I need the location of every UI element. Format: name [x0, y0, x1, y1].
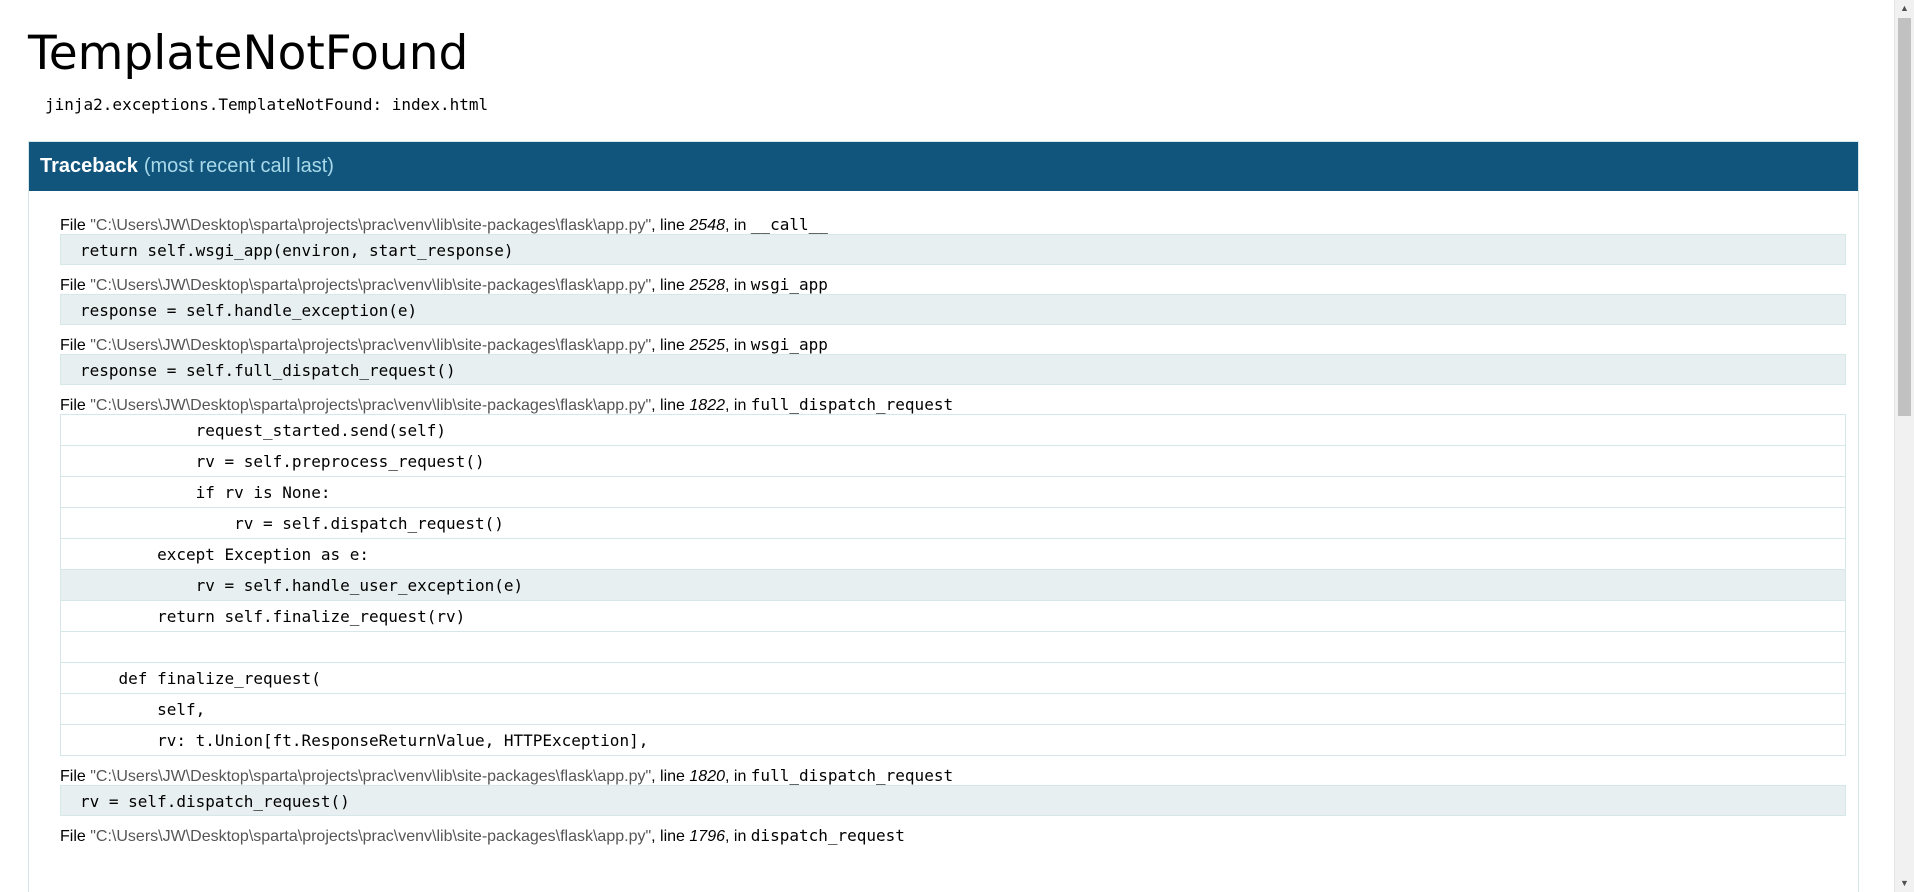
source-line: self, [61, 694, 1845, 725]
frame-line-label: , line [651, 768, 690, 785]
frame-lineno: 1796 [689, 828, 725, 845]
frame-function: __call__ [750, 215, 828, 234]
frame-filename: "C:\Users\JW\Desktop\sparta\projects\pra… [90, 828, 652, 845]
frame-function: dispatch_request [750, 826, 905, 845]
frame-line-label: , line [651, 337, 690, 354]
frame-file-label: File [60, 768, 91, 785]
source-line: return self.finalize_request(rv) [61, 601, 1845, 632]
frame-line-label: , line [651, 217, 690, 234]
scroll-up-arrow-icon[interactable]: ▲ [1895, 0, 1914, 17]
source-line: rv = self.dispatch_request() [61, 508, 1845, 539]
frame-filename: "C:\Users\JW\Desktop\sparta\projects\pra… [90, 217, 652, 234]
frame-in-label: , in [725, 828, 751, 845]
traceback-subtitle: (most recent call last) [143, 155, 334, 177]
frame-filename: "C:\Users\JW\Desktop\sparta\projects\pra… [90, 277, 652, 294]
frame-lineno: 2548 [689, 217, 725, 234]
frame-header: File "C:\Users\JW\Desktop\sparta\project… [60, 335, 1846, 354]
frame-lineno: 1820 [689, 768, 725, 785]
traceback-frame[interactable]: File "C:\Users\JW\Desktop\sparta\project… [60, 215, 1846, 265]
traceback-frame[interactable]: File "C:\Users\JW\Desktop\sparta\project… [60, 275, 1846, 325]
frame-file-label: File [60, 217, 91, 234]
frame-source-block: request_started.send(self) rv = self.pre… [60, 414, 1846, 756]
traceback-header: Traceback (most recent call last) [29, 142, 1858, 191]
source-line: except Exception as e: [61, 539, 1845, 570]
frame-file-label: File [60, 337, 91, 354]
source-line: if rv is None: [61, 477, 1845, 508]
frame-file-label: File [60, 397, 91, 414]
traceback-frames: File "C:\Users\JW\Desktop\sparta\project… [29, 191, 1858, 845]
frame-function: wsgi_app [750, 335, 828, 354]
traceback-panel: Traceback (most recent call last) File "C… [28, 141, 1859, 892]
source-line [61, 632, 1845, 663]
frame-filename: "C:\Users\JW\Desktop\sparta\projects\pra… [90, 768, 652, 785]
frame-in-label: , in [725, 397, 751, 414]
frame-function: full_dispatch_request [750, 395, 954, 414]
source-line: rv: t.Union[ft.ResponseReturnValue, HTTP… [61, 725, 1845, 756]
traceback-frame[interactable]: File "C:\Users\JW\Desktop\sparta\project… [60, 335, 1846, 385]
frame-function: wsgi_app [750, 275, 828, 294]
traceback-frame[interactable]: File "C:\Users\JW\Desktop\sparta\project… [60, 766, 1846, 816]
frame-line-label: , line [651, 828, 690, 845]
vertical-scrollbar[interactable]: ▲ ▼ [1894, 0, 1914, 892]
frame-lineno: 1822 [689, 397, 725, 414]
source-line-current[interactable]: rv = self.handle_user_exception(e) [61, 570, 1845, 601]
error-title: TemplateNotFound [28, 26, 469, 81]
traceback-frame-expanded[interactable]: File "C:\Users\JW\Desktop\sparta\project… [60, 395, 1846, 756]
source-line: def finalize_request( [61, 663, 1845, 694]
frame-header: File "C:\Users\JW\Desktop\sparta\project… [60, 766, 1846, 785]
frame-line-label: , line [651, 397, 690, 414]
frame-in-label: , in [725, 277, 751, 294]
scroll-down-arrow-icon[interactable]: ▼ [1895, 875, 1914, 892]
debugger-page: TemplateNotFound jinja2.exceptions.Templ… [0, 0, 1894, 892]
frame-code-line[interactable]: rv = self.dispatch_request() [60, 785, 1846, 816]
frame-code-line[interactable]: response = self.handle_exception(e) [60, 294, 1846, 325]
frame-lineno: 2528 [689, 277, 725, 294]
frame-in-label: , in [725, 337, 751, 354]
frame-filename: "C:\Users\JW\Desktop\sparta\projects\pra… [90, 397, 652, 414]
frame-function: full_dispatch_request [750, 766, 954, 785]
frame-file-label: File [60, 277, 91, 294]
frame-header: File "C:\Users\JW\Desktop\sparta\project… [60, 215, 1846, 234]
frame-header: File "C:\Users\JW\Desktop\sparta\project… [60, 826, 1846, 845]
frame-code-line[interactable]: return self.wsgi_app(environ, start_resp… [60, 234, 1846, 265]
source-line: rv = self.preprocess_request() [61, 446, 1845, 477]
traceback-frame[interactable]: File "C:\Users\JW\Desktop\sparta\project… [60, 826, 1846, 845]
traceback-title: Traceback [40, 155, 138, 177]
frame-header: File "C:\Users\JW\Desktop\sparta\project… [60, 275, 1846, 294]
frame-filename: "C:\Users\JW\Desktop\sparta\projects\pra… [90, 337, 652, 354]
frame-file-label: File [60, 828, 91, 845]
scrollbar-thumb[interactable] [1898, 18, 1911, 416]
frame-lineno: 2525 [689, 337, 725, 354]
frame-header: File "C:\Users\JW\Desktop\sparta\project… [60, 395, 1846, 414]
frame-in-label: , in [725, 768, 751, 785]
source-line: request_started.send(self) [61, 415, 1845, 446]
frame-line-label: , line [651, 277, 690, 294]
error-message: jinja2.exceptions.TemplateNotFound: inde… [45, 95, 489, 114]
frame-code-line[interactable]: response = self.full_dispatch_request() [60, 354, 1846, 385]
frame-in-label: , in [725, 217, 751, 234]
